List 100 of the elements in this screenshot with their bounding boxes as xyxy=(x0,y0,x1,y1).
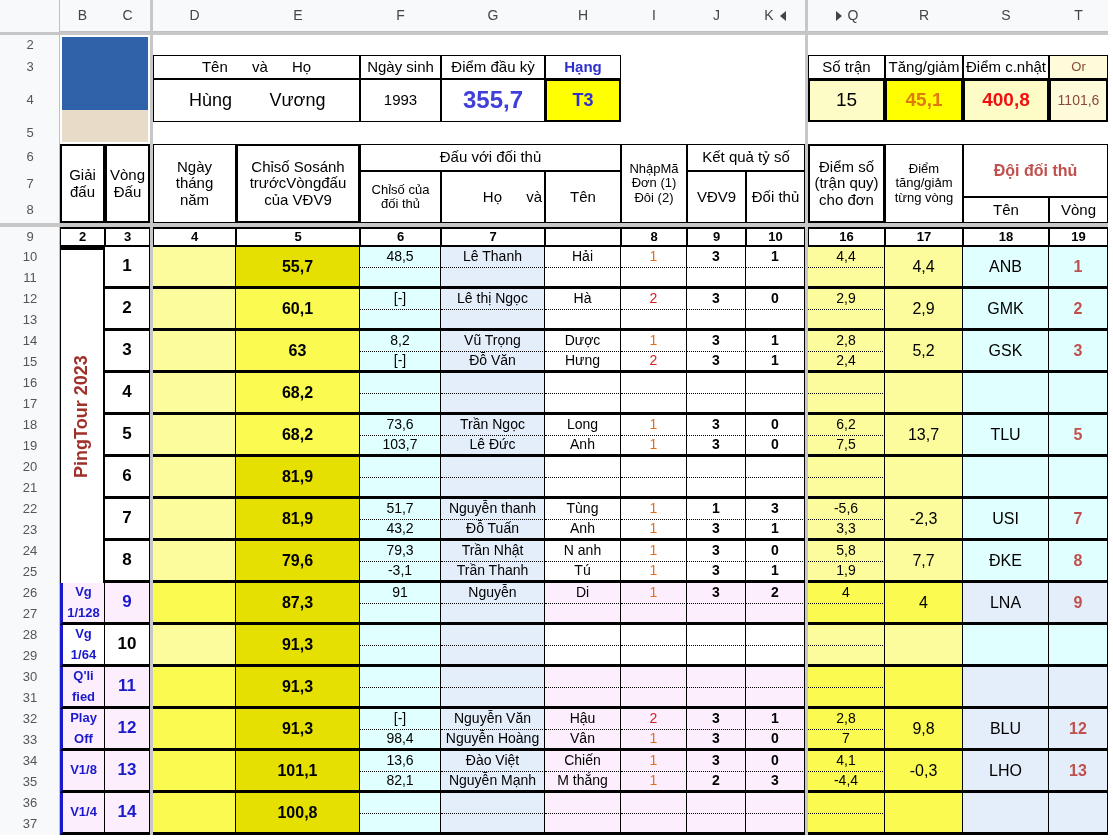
delta-value: 2,9 xyxy=(885,289,963,331)
column-header[interactable]: S xyxy=(1001,8,1011,24)
team-name: USI xyxy=(963,499,1049,541)
delta-value: 7,7 xyxy=(885,541,963,583)
column-title: VĐV9 xyxy=(687,171,746,223)
collapse-left-icon[interactable] xyxy=(779,11,787,21)
column-header[interactable]: E xyxy=(293,8,303,24)
opponent-index: 13,6 xyxy=(360,751,441,772)
index-value: 101,1 xyxy=(236,751,360,793)
team-round: 7 xyxy=(1049,499,1108,541)
points-value: -4,4 xyxy=(808,772,885,793)
points-value: -5,6 xyxy=(808,499,885,520)
match-code: 1 xyxy=(621,415,687,436)
row-number: 23 xyxy=(21,521,39,540)
round-number: 13 xyxy=(105,751,150,793)
points-value: 4 xyxy=(808,583,885,604)
score-value: 3 xyxy=(687,541,746,562)
team-round: 5 xyxy=(1049,415,1108,457)
row-number: 26 xyxy=(21,584,39,603)
table-cell xyxy=(746,667,805,688)
opponent-first-name: Chiến xyxy=(545,751,621,772)
opponent-name: Vũ Trọng xyxy=(441,331,545,352)
delta-value: 4,4 xyxy=(885,247,963,289)
column-title: Chỉsố của đối thủ xyxy=(360,171,441,223)
row-number: 5 xyxy=(25,123,35,142)
table-cell xyxy=(746,373,805,394)
index-value: 79,6 xyxy=(236,541,360,583)
table-cell xyxy=(687,457,746,478)
points-value: 4,1 xyxy=(808,751,885,772)
table-cell xyxy=(746,688,805,709)
round-number: 3 xyxy=(105,331,150,373)
opponent-first-name: Dược xyxy=(545,331,621,352)
summary-label: Điểm c.nhật xyxy=(963,55,1049,79)
score-value: 3 xyxy=(687,352,746,373)
opponent-index: 51,7 xyxy=(360,499,441,520)
column-header[interactable]: T xyxy=(1074,8,1083,24)
team-round: 1 xyxy=(1049,247,1108,289)
table-cell xyxy=(687,667,746,688)
index-value: 81,9 xyxy=(236,499,360,541)
score-value: 3 xyxy=(687,583,746,604)
opponent-index: 43,2 xyxy=(360,520,441,541)
table-cell xyxy=(746,604,805,625)
opponent-name: Nguyễn xyxy=(441,583,545,604)
opponent-first-name: M thắng xyxy=(545,772,621,793)
event-label: V1/8 xyxy=(60,751,105,793)
row-number: 6 xyxy=(25,148,35,167)
column-header[interactable]: Q xyxy=(847,8,859,24)
points-value: 3,3 xyxy=(808,520,885,541)
expand-right-icon[interactable] xyxy=(834,11,842,21)
row-number: 28 xyxy=(21,626,39,645)
opponent-first-name: N anh xyxy=(545,541,621,562)
row-number: 13 xyxy=(21,311,39,330)
column-header[interactable]: F xyxy=(396,8,405,24)
team-round: 13 xyxy=(1049,751,1108,793)
row-number: 19 xyxy=(21,437,39,456)
event-label: Vg 1/64 xyxy=(60,625,105,667)
column-header[interactable]: R xyxy=(918,8,930,24)
column-header[interactable]: B xyxy=(77,8,88,24)
round-number: 11 xyxy=(105,667,150,709)
delta-value: 4 xyxy=(885,583,963,625)
score-value: 1 xyxy=(687,499,746,520)
row-number: 21 xyxy=(21,479,39,498)
row-number: 8 xyxy=(25,200,35,219)
row-number: 10 xyxy=(21,248,39,267)
opponent-first-name: Anh xyxy=(545,520,621,541)
index-value: 68,2 xyxy=(236,415,360,457)
name-label: Tên và Họ xyxy=(153,55,360,79)
match-code: 1 xyxy=(621,247,687,268)
round-number: 14 xyxy=(105,793,150,835)
column-title: Họ và xyxy=(441,171,545,223)
rank-value: T3 xyxy=(545,79,621,122)
event-label: PingTour 2023 xyxy=(60,247,105,583)
column-title: Giải đấu xyxy=(60,144,105,223)
table-cell xyxy=(687,604,746,625)
column-header[interactable]: C xyxy=(122,8,133,24)
column-title: Tên xyxy=(545,171,621,223)
table-cell xyxy=(1049,373,1108,415)
start-points: 355,7 xyxy=(441,79,545,122)
column-header[interactable]: G xyxy=(487,8,499,24)
score-value: 2 xyxy=(687,772,746,793)
opponent-name: Đỗ Văn xyxy=(441,352,545,373)
opponent-name: Nguyễn thanh xyxy=(441,499,545,520)
summary-value: 15 xyxy=(808,79,885,122)
points-value: 5,8 xyxy=(808,541,885,562)
score-value: 3 xyxy=(687,331,746,352)
opponent-name: Đào Việt xyxy=(441,751,545,772)
row-number: 34 xyxy=(21,752,39,771)
row-number: 14 xyxy=(21,332,39,351)
match-code: 1 xyxy=(621,541,687,562)
team-name: BLU xyxy=(963,709,1049,751)
column-header[interactable]: K xyxy=(764,8,774,24)
score-value: 3 xyxy=(687,520,746,541)
column-header[interactable]: I xyxy=(652,8,656,24)
rank-label: Hạng xyxy=(545,55,621,79)
column-header[interactable]: D xyxy=(189,8,200,24)
opponent-index: 82,1 xyxy=(360,772,441,793)
column-header[interactable]: J xyxy=(713,8,720,24)
column-number: 5 xyxy=(236,227,360,247)
column-header[interactable]: H xyxy=(577,8,589,24)
match-code: 2 xyxy=(621,352,687,373)
